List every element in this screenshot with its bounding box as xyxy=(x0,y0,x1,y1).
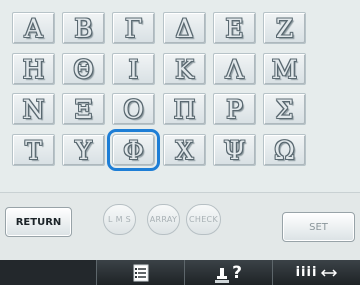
letter-key[interactable]: Ζ xyxy=(263,12,306,44)
letter-key[interactable]: Β xyxy=(62,12,105,44)
letter-key[interactable]: Φ xyxy=(107,129,160,171)
letter-key[interactable]: Ε xyxy=(213,12,256,44)
letter-key[interactable]: Γ xyxy=(112,12,155,44)
letter-key[interactable]: Λ xyxy=(213,53,256,85)
letter-key[interactable]: Α xyxy=(12,12,55,44)
embroidery-list-button[interactable] xyxy=(96,260,184,285)
return-button[interactable]: RETURN xyxy=(5,207,72,237)
letter-key[interactable]: Ι xyxy=(112,53,155,85)
letter-key[interactable]: Τ xyxy=(12,134,55,166)
letter-key[interactable]: Δ xyxy=(163,12,206,44)
letter-key[interactable]: Ω xyxy=(263,134,306,166)
greek-letter-grid: ΑΒΓΔΕΖ ΗΘΙΚΛΜ ΝΞΟΠΡΣ ΤΥΦΧΨΩ xyxy=(12,12,306,180)
checklist-icon xyxy=(133,264,149,282)
letter-spacing-button[interactable]: iiii xyxy=(272,260,360,285)
bottom-bar: ? iiii xyxy=(0,260,360,285)
sewing-machine-help-icon: ? xyxy=(215,263,242,283)
lms-button[interactable]: L M S xyxy=(103,204,136,235)
control-bar: RETURN L M S ARRAY CHECK SET xyxy=(0,192,360,261)
check-button[interactable]: CHECK xyxy=(186,204,221,235)
spacing-label: iiii xyxy=(295,265,318,280)
letter-key[interactable]: Σ xyxy=(263,93,306,125)
letter-key[interactable]: Μ xyxy=(263,53,306,85)
letter-key[interactable]: Ξ xyxy=(62,93,105,125)
letter-key[interactable]: Ψ xyxy=(213,134,256,166)
letter-key[interactable]: Χ xyxy=(163,134,206,166)
help-question-label: ? xyxy=(232,262,242,283)
letter-spacing-icon: iiii xyxy=(296,265,338,280)
array-button[interactable]: ARRAY xyxy=(147,204,180,235)
machine-help-button[interactable]: ? xyxy=(184,260,272,285)
letter-key[interactable]: Ρ xyxy=(213,93,256,125)
letter-key[interactable]: Π xyxy=(163,93,206,125)
letter-key[interactable]: Κ xyxy=(163,53,206,85)
letter-key[interactable]: Ο xyxy=(112,93,155,125)
letter-key[interactable]: Ν xyxy=(12,93,55,125)
letter-key[interactable]: Υ xyxy=(62,134,105,166)
set-button[interactable]: SET xyxy=(282,212,355,242)
letter-key[interactable]: Θ xyxy=(62,53,105,85)
letter-key[interactable]: Η xyxy=(12,53,55,85)
